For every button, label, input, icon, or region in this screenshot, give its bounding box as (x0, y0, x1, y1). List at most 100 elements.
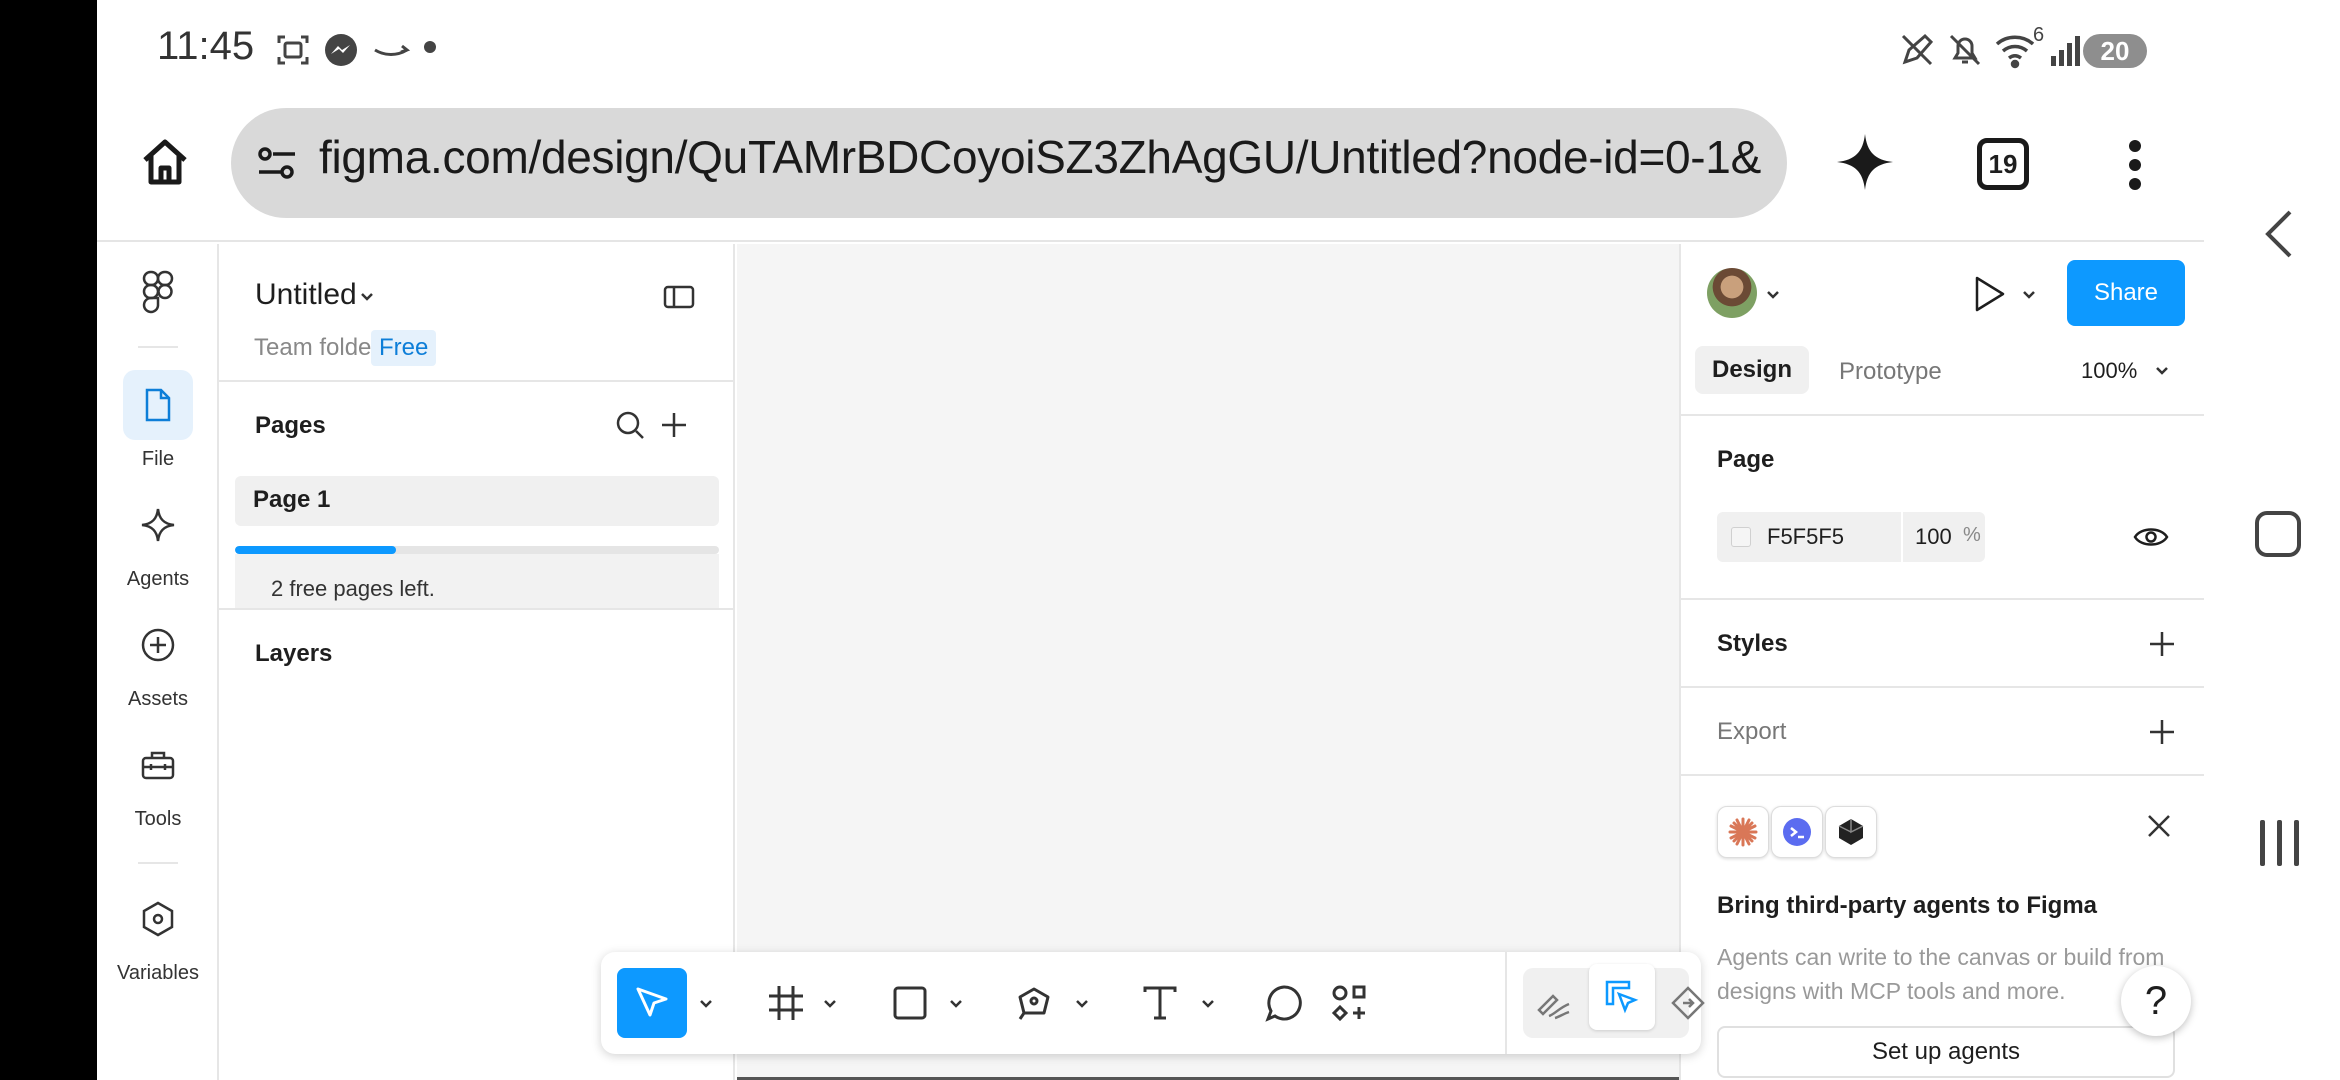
page-section-heading: Page (1717, 446, 1775, 473)
claude-logo-icon (1717, 806, 1769, 858)
chevron-down-icon[interactable] (2021, 290, 2037, 300)
bottom-toolbar (601, 952, 1705, 1054)
design-mode-icon[interactable] (1589, 964, 1655, 1030)
signal-icon (2049, 30, 2083, 70)
pen-off-icon (1897, 30, 1937, 70)
chevron-down-icon[interactable] (823, 999, 837, 1009)
rail-label: Tools (134, 808, 182, 830)
address-bar[interactable]: figma.com/design/QuTAMrBDCoyoiSZ3ZhAgGU/… (231, 108, 1787, 218)
home-icon[interactable] (2254, 510, 2302, 558)
pen-tool-icon[interactable] (1001, 970, 1067, 1036)
color-swatch[interactable] (1731, 527, 1751, 547)
opacity-value[interactable]: 100 (1915, 524, 1952, 550)
amazon-icon (369, 30, 413, 70)
add-page-icon[interactable] (659, 410, 689, 440)
panel-divider (1681, 686, 2204, 688)
color-hex[interactable]: F5F5F5 (1767, 524, 1844, 550)
rail-item-variables[interactable]: Variables (97, 884, 219, 985)
page-name: Page 1 (253, 486, 331, 513)
add-style-icon[interactable] (2147, 629, 2177, 659)
rail-item-tools[interactable]: Tools (97, 730, 219, 831)
status-bar: 11:45 6 20 (97, 0, 2204, 100)
rail-item-assets[interactable]: Assets (97, 610, 219, 711)
gemini-sparkle-icon[interactable] (1833, 130, 1897, 194)
chevron-down-icon[interactable] (1201, 999, 1215, 1009)
rectangle-tool-icon[interactable] (877, 970, 943, 1036)
site-settings-icon[interactable] (255, 144, 299, 182)
export-heading: Export (1717, 718, 1787, 745)
chevron-down-icon[interactable] (359, 292, 375, 302)
dot-icon (423, 40, 437, 54)
play-icon[interactable] (1971, 274, 2007, 314)
rail-divider (138, 346, 178, 348)
messenger-icon (321, 30, 361, 70)
rail-item-agents[interactable]: Agents (97, 490, 219, 591)
actions-tool-icon[interactable] (1317, 970, 1383, 1036)
search-icon[interactable] (615, 410, 645, 440)
close-icon[interactable] (2145, 812, 2173, 840)
team-folder[interactable]: Team folder (254, 334, 379, 362)
tabs-icon[interactable]: 19 (1977, 138, 2029, 190)
panel-divider (1681, 598, 2204, 600)
tab-design[interactable]: Design (1695, 346, 1809, 394)
free-pages-text: 2 free pages left. (271, 576, 435, 601)
eye-icon[interactable] (2133, 524, 2169, 550)
dev-mode-icon[interactable] (1655, 970, 1721, 1036)
share-button[interactable]: Share (2067, 260, 2185, 326)
file-title[interactable]: Untitled (255, 278, 357, 312)
back-icon[interactable] (2264, 208, 2294, 260)
opacity-unit: % (1963, 524, 1981, 546)
comment-tool-icon[interactable] (1251, 970, 1317, 1036)
chevron-down-icon[interactable] (949, 999, 963, 1009)
zoom-level[interactable]: 100% (2081, 358, 2137, 384)
wifi-icon (1993, 30, 2037, 70)
rail-divider (138, 862, 178, 864)
page-color-field[interactable]: F5F5F5 (1717, 512, 1901, 562)
frame-tool-icon[interactable] (753, 970, 819, 1036)
pages-heading: Pages (255, 412, 326, 439)
add-export-icon[interactable] (2147, 717, 2177, 747)
agents-sparkle-icon (123, 490, 193, 560)
move-tool-icon[interactable] (617, 968, 687, 1038)
file-icon (123, 370, 193, 440)
avatar[interactable] (1707, 268, 1757, 318)
chevron-down-icon[interactable] (1765, 290, 1781, 300)
rail-label: Variables (117, 962, 199, 984)
device-screen: 11:45 6 20 figma.com/design/QuTAMrBDCoyo… (97, 0, 2204, 1080)
panel-divider (1681, 774, 2204, 776)
mute-icon (1945, 30, 1985, 70)
cursor-logo-icon (1825, 806, 1877, 858)
chevron-down-icon[interactable] (1075, 999, 1089, 1009)
left-rail: File Agents Assets Tools Variables (97, 244, 219, 1080)
text-tool-icon[interactable] (1127, 970, 1193, 1036)
more-vert-icon[interactable] (2127, 140, 2143, 190)
wifi-badge: 6 (2033, 24, 2045, 46)
rail-label: Assets (127, 688, 189, 710)
sidebar-toggle-icon[interactable] (663, 284, 695, 310)
tab-prototype[interactable]: Prototype (1839, 358, 1942, 386)
setup-agents-button[interactable]: Set up agents (1717, 1026, 2175, 1078)
panel-divider (1681, 414, 2204, 416)
panel-divider (219, 608, 735, 610)
promo-title: Bring third-party agents to Figma (1717, 892, 2098, 919)
page-list-item[interactable]: Page 1 (235, 476, 719, 526)
chevron-down-icon[interactable] (2155, 366, 2169, 376)
url-text[interactable]: figma.com/design/QuTAMrBDCoyoiSZ3ZhAgGU/… (319, 130, 1769, 184)
styles-heading: Styles (1717, 630, 1788, 657)
figma-logo-icon[interactable] (142, 270, 174, 314)
progress-fill (235, 546, 397, 554)
free-pages-notice: 2 free pages left. (235, 554, 719, 608)
rail-item-file[interactable]: File (97, 370, 219, 471)
promo-body: Agents can write to the canvas or build … (1717, 944, 2165, 1004)
chevron-down-icon[interactable] (699, 999, 713, 1009)
assets-plus-icon (123, 610, 193, 680)
right-panel: Share Design Prototype 100% Page F5F5F5 … (1679, 244, 2204, 1080)
home-icon[interactable] (137, 134, 193, 190)
recents-icon[interactable] (2258, 818, 2302, 868)
status-time: 11:45 (157, 24, 255, 68)
draw-mode-icon[interactable] (1521, 970, 1587, 1036)
opacity-field[interactable]: 100 % (1903, 512, 1985, 562)
toolbar-divider (1505, 952, 1507, 1054)
panel-divider (219, 380, 735, 382)
help-button[interactable]: ? (2121, 966, 2191, 1036)
